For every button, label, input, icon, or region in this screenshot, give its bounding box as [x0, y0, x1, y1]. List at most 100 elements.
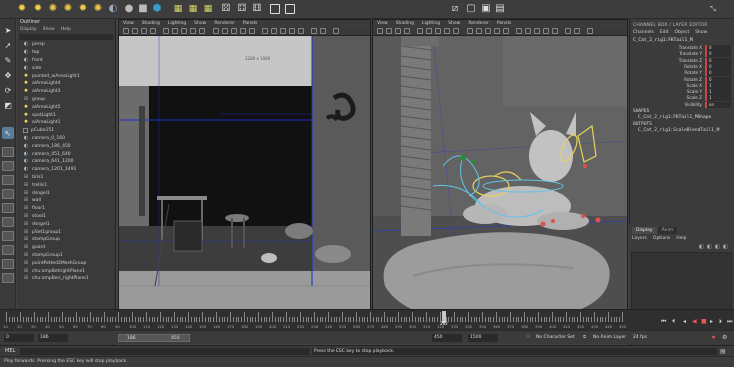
menu-options[interactable]: Options — [653, 236, 670, 241]
range-slider[interactable]: 186 450 — [118, 334, 190, 342]
last-tool-icon[interactable]: ↖ — [2, 127, 14, 139]
scene-persp-view[interactable]: ↑ persp — [373, 36, 627, 333]
menu-channels[interactable]: Channels — [633, 30, 654, 35]
render-sequence-icon[interactable] — [284, 3, 296, 15]
outliner-item[interactable]: ⊞ chu:ampBetrightPlane1 — [17, 267, 115, 275]
playback-end-field[interactable]: 450 — [432, 334, 462, 342]
ssao-icon[interactable] — [534, 28, 540, 34]
ambient-light-icon[interactable]: ✹ — [16, 3, 28, 15]
ssao-icon[interactable] — [280, 28, 286, 34]
scene-camera-view[interactable]: 1280 x 1080 ↑ camera_186_450 — [119, 36, 370, 333]
menu-shading[interactable]: Shading — [396, 20, 414, 27]
resolution-gate-icon[interactable] — [435, 28, 441, 34]
camera-select-icon[interactable] — [123, 28, 129, 34]
attribute-value[interactable]: 0 — [705, 76, 731, 83]
step-back-key-icon[interactable]: ⏴ — [672, 318, 675, 326]
xray-icon[interactable] — [516, 28, 522, 34]
outliner-item[interactable]: ⊞ floor1 — [17, 205, 115, 213]
camera-attr-icon[interactable] — [132, 28, 138, 34]
attribute-value[interactable]: on — [705, 101, 731, 108]
step-forward-frame-icon[interactable]: ▸ — [710, 318, 713, 325]
single-pane-layout-icon[interactable] — [2, 147, 14, 157]
gamma-icon[interactable] — [574, 28, 580, 34]
outliner-item[interactable]: ⊞ tiris1 — [17, 174, 115, 182]
attribute-value[interactable]: 0 — [705, 57, 731, 64]
menu-lighting[interactable]: Lighting — [422, 20, 440, 27]
layer-up-icon[interactable]: ◧ — [715, 244, 720, 250]
menu-show[interactable]: Show — [448, 20, 460, 27]
menu-object[interactable]: Object — [675, 30, 690, 35]
two-pane-layout-icon[interactable] — [2, 175, 14, 185]
outliner-menu-show[interactable]: Show — [43, 26, 55, 33]
isolate-icon[interactable] — [271, 28, 277, 34]
lights-icon[interactable] — [494, 28, 500, 34]
render-settings-icon[interactable]: ▣ — [480, 3, 492, 15]
fps-dropdown[interactable]: 24 fps — [633, 334, 647, 342]
tab-anim[interactable]: Anim — [657, 227, 678, 234]
dice-icon[interactable]: ⚄ — [220, 3, 232, 15]
gate-mask-icon[interactable] — [190, 28, 196, 34]
new-layer-selected-icon[interactable]: ◧ — [707, 244, 712, 250]
outliner-item[interactable]: ⊞ pointPetted2MeshGroup — [17, 259, 115, 267]
color-mgmt-icon[interactable] — [333, 28, 339, 34]
snap-point-icon[interactable]: ▦ — [202, 3, 214, 15]
exposure-icon[interactable] — [565, 28, 571, 34]
image-plane-icon[interactable] — [404, 28, 410, 34]
bookmark-icon[interactable] — [141, 28, 147, 34]
shrink-icon[interactable]: ⤡ — [707, 3, 719, 15]
layout-icon[interactable] — [2, 203, 14, 213]
lights-icon[interactable] — [240, 28, 246, 34]
outliner-item[interactable]: ◐ top — [17, 49, 115, 57]
wireframe-icon[interactable] — [467, 28, 473, 34]
motion-blur-icon[interactable] — [543, 28, 549, 34]
animation-end-field[interactable]: 1500 — [468, 334, 498, 342]
menu-lighting[interactable]: Lighting — [168, 20, 186, 27]
color-mgmt-icon[interactable] — [587, 28, 593, 34]
shadows-icon[interactable] — [249, 28, 255, 34]
menu-show[interactable]: Show — [194, 20, 206, 27]
camera-select-icon[interactable] — [377, 28, 383, 34]
preferences-icon[interactable]: ⚙ — [722, 334, 727, 342]
outliner-item[interactable]: ◐ camera_641_1200 — [17, 158, 115, 166]
sphere-icon[interactable]: ● — [123, 3, 135, 15]
outliner-item[interactable]: ◐ camera_451_640 — [17, 150, 115, 158]
layout-icon[interactable] — [2, 245, 14, 255]
point-light-icon[interactable]: ✺ — [47, 3, 59, 15]
bookmark-icon[interactable] — [395, 28, 401, 34]
attribute-value[interactable]: 1 — [705, 82, 731, 89]
go-to-start-icon[interactable]: ⏮ — [661, 318, 666, 326]
cube-icon[interactable]: ■ — [137, 3, 149, 15]
menu-help[interactable]: Help — [676, 236, 686, 241]
paint-select-icon[interactable]: ✎ — [2, 54, 14, 66]
gate-mask-icon[interactable] — [444, 28, 450, 34]
anim-layer-dropdown[interactable]: No Anim Layer — [593, 334, 626, 342]
antialias-icon[interactable] — [298, 28, 304, 34]
lasso-tool-icon[interactable]: ➚ — [2, 39, 14, 51]
field-chart-icon[interactable] — [199, 28, 205, 34]
textured-icon[interactable] — [231, 28, 237, 34]
spot-light-icon[interactable]: ✺ — [62, 3, 74, 15]
selected-node-name[interactable]: C_Cat_2_rig1:FKTail1_M — [633, 38, 693, 43]
menu-renderer[interactable]: Renderer — [468, 20, 489, 27]
grid-toggle-icon[interactable] — [163, 28, 169, 34]
ipr-icon[interactable]: ⧄ — [449, 3, 461, 15]
layout-icon[interactable] — [2, 231, 14, 241]
menu-panels[interactable]: Panels — [243, 20, 257, 27]
outliner-item[interactable]: ◐ persp — [17, 41, 115, 49]
motion-blur-icon[interactable] — [289, 28, 295, 34]
antialias-icon[interactable] — [552, 28, 558, 34]
outliner-item[interactable]: ✹ spotLight1 — [17, 111, 115, 119]
exposure-icon[interactable] — [311, 28, 317, 34]
outliner-menu-display[interactable]: Display — [20, 26, 37, 33]
playback-start-field[interactable]: 186 — [38, 334, 68, 342]
dice-icon[interactable]: ⚅ — [251, 3, 263, 15]
menu-show[interactable]: Show — [695, 30, 707, 35]
step-forward-key-icon[interactable]: ⏵ — [719, 318, 722, 326]
menu-view[interactable]: View — [377, 20, 388, 27]
wireframe-icon[interactable] — [213, 28, 219, 34]
outliner-item[interactable]: ✹ aiAreaLight4 — [17, 80, 115, 88]
viewport-camera[interactable]: View Shading Lighting Show Renderer Pane… — [118, 19, 371, 334]
layout-icon[interactable] — [2, 259, 14, 269]
outliner-item[interactable]: ⊞ wall — [17, 197, 115, 205]
render-frame-icon[interactable] — [269, 3, 281, 15]
